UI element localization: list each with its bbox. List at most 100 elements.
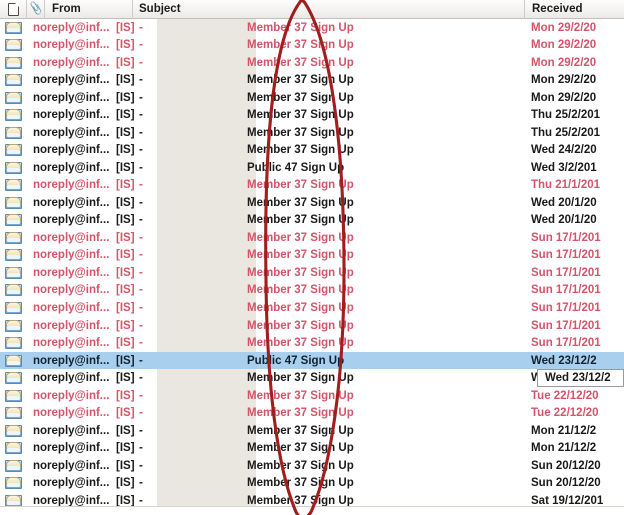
message-received: Sun 17/1/201 bbox=[531, 249, 601, 262]
column-header-subject-label: Subject bbox=[139, 3, 181, 15]
message-tag: [IS] bbox=[116, 231, 135, 244]
message-row[interactable]: noreply@inf... [IS] - Member 37 Sign Up Mon … bbox=[0, 89, 624, 107]
message-row[interactable]: noreply@inf... [IS] - Public 47 Sign Up Wed … bbox=[0, 159, 624, 177]
message-tag: [IS] bbox=[116, 389, 135, 402]
envelope-icon bbox=[0, 299, 26, 317]
message-row[interactable]: noreply@inf... [IS] - Member 37 Sign Up Tue … bbox=[0, 404, 624, 422]
message-row[interactable]: noreply@inf... [IS]- Member 37 Sign Up Wed … bbox=[0, 142, 624, 160]
message-dash: - bbox=[139, 424, 143, 437]
column-header-received[interactable]: Received bbox=[524, 0, 624, 19]
message-received: Mon 29/2/20 bbox=[531, 39, 597, 52]
message-from: noreply@inf... bbox=[33, 21, 110, 34]
message-row[interactable]: noreply@inf... [IS] - Member 37 Sign Up Sun … bbox=[0, 334, 624, 352]
message-row[interactable]: noreply@inf... [IS]- Member 37 Sign Up Wed … bbox=[0, 369, 624, 387]
message-received: Wed 24/2/20 bbox=[531, 144, 597, 157]
message-tag: [IS] bbox=[116, 302, 135, 314]
message-row[interactable]: noreply@inf... [IS] - Member 37 Sign Up Mon … bbox=[0, 72, 624, 90]
message-subject: Member 37 Sign Up bbox=[247, 442, 354, 455]
message-from: noreply@inf... bbox=[33, 407, 110, 420]
envelope-icon bbox=[0, 387, 26, 405]
message-from: noreply@inf... bbox=[33, 74, 110, 87]
message-tag: [IS] bbox=[116, 424, 135, 437]
message-dash: - bbox=[139, 337, 143, 350]
envelope-icon bbox=[0, 317, 26, 335]
message-subject: Member 37 Sign Up bbox=[247, 337, 354, 350]
message-row[interactable]: noreply@inf... [IS] - Member 37 Sign Up Sun … bbox=[0, 264, 624, 282]
paperclip-icon: 📎 bbox=[27, 1, 44, 16]
envelope-icon bbox=[0, 229, 26, 247]
message-from: noreply@inf... bbox=[33, 161, 110, 174]
message-row[interactable]: noreply@inf... [IS] - Member 37 Sign Up Mon … bbox=[0, 19, 624, 37]
message-tag: [IS] bbox=[116, 56, 135, 69]
list-bottom-edge bbox=[0, 506, 624, 515]
message-subject: Member 37 Sign Up bbox=[247, 39, 354, 52]
message-row[interactable]: noreply@inf... [IS] - Member 37 Sign Up Mon … bbox=[0, 422, 624, 440]
message-received: Sun 17/1/201 bbox=[531, 319, 601, 332]
message-from: noreply@inf... bbox=[33, 302, 110, 314]
message-row[interactable]: noreply@inf... [IS] - Member 37 Sign Up Sun … bbox=[0, 317, 624, 335]
message-subject: Member 37 Sign Up bbox=[247, 372, 354, 385]
message-tag: [IS] bbox=[116, 407, 135, 420]
envelope-icon bbox=[0, 457, 26, 475]
message-from: noreply@inf... bbox=[33, 214, 110, 227]
message-row[interactable]: noreply@inf... [IS] - Member 37 Sign Up Mon … bbox=[0, 439, 624, 457]
message-dash: - bbox=[139, 407, 143, 420]
message-subject: Public 47 Sign Up bbox=[247, 354, 345, 367]
message-dash: - bbox=[139, 144, 143, 157]
message-from: noreply@inf... bbox=[33, 372, 110, 385]
message-subject: Member 37 Sign Up bbox=[247, 424, 354, 437]
column-header-subject[interactable]: Subject bbox=[132, 0, 524, 19]
message-row[interactable]: noreply@inf... [IS] - Public 47 Sign Up Wed … bbox=[0, 351, 624, 370]
message-row[interactable]: noreply@inf... [IS]- Member 37 Sign Up Wed … bbox=[0, 194, 624, 212]
envelope-icon bbox=[0, 352, 26, 370]
message-row[interactable]: noreply@inf... [IS] - Member 37 Sign Up Sun … bbox=[0, 299, 624, 317]
envelope-icon bbox=[0, 439, 26, 457]
message-subject: Member 37 Sign Up bbox=[247, 459, 354, 472]
message-subject: Member 37 Sign Up bbox=[247, 56, 354, 69]
message-subject: Member 37 Sign Up bbox=[247, 407, 354, 420]
message-from: noreply@inf... bbox=[33, 459, 110, 472]
message-received: Sun 17/1/201 bbox=[531, 266, 601, 279]
message-row[interactable]: noreply@inf... [IS] - Member 37 Sign Up Sun … bbox=[0, 282, 624, 300]
message-row[interactable]: noreply@inf... [IS] - Member 37 Sign Up Mon … bbox=[0, 54, 624, 72]
message-subject: Member 37 Sign Up bbox=[247, 179, 354, 192]
message-subject: Member 37 Sign Up bbox=[247, 284, 354, 297]
message-tag: [IS] bbox=[116, 109, 135, 122]
envelope-icon bbox=[0, 159, 26, 177]
message-received: Sun 17/1/201 bbox=[531, 337, 601, 350]
envelope-icon bbox=[0, 89, 26, 107]
message-row[interactable]: noreply@inf... [IS] - Member 37 Sign Up Thu … bbox=[0, 107, 624, 125]
message-received: Thu 25/2/201 bbox=[531, 109, 601, 122]
message-list[interactable]: noreply@inf... [IS] - Member 37 Sign Up Mon … bbox=[0, 19, 624, 515]
column-header-attachment[interactable]: 📎 bbox=[26, 0, 44, 19]
message-row[interactable]: noreply@inf... [IS]- Member 37 Sign Up Wed … bbox=[0, 212, 624, 230]
message-subject: Member 37 Sign Up bbox=[247, 389, 354, 402]
message-row[interactable]: noreply@inf... [IS] - Member 37 Sign Up Sun … bbox=[0, 229, 624, 247]
column-header-icon[interactable] bbox=[0, 0, 26, 19]
message-subject: Member 37 Sign Up bbox=[247, 319, 354, 332]
message-row[interactable]: noreply@inf... [IS] - Member 37 Sign Up Thu … bbox=[0, 124, 624, 142]
message-from: noreply@inf... bbox=[33, 109, 110, 122]
message-dash: - bbox=[139, 266, 143, 279]
received-tooltip: Wed 23/12/2 bbox=[537, 368, 624, 388]
message-row[interactable]: noreply@inf... [IS] - Member 37 Sign Up Sun … bbox=[0, 247, 624, 265]
envelope-icon bbox=[0, 19, 26, 37]
message-received: Tue 22/12/20 bbox=[531, 407, 599, 420]
message-row[interactable]: noreply@inf... [IS] - Member 37 Sign Up Mon … bbox=[0, 37, 624, 55]
column-header-from[interactable]: From bbox=[44, 0, 132, 19]
message-from: noreply@inf... bbox=[33, 144, 110, 157]
message-from: noreply@inf... bbox=[33, 477, 110, 490]
message-row[interactable]: noreply@inf... [IS] - Member 37 Sign Up Thu … bbox=[0, 177, 624, 195]
message-row[interactable]: noreply@inf... [IS] - Member 37 Sign Up Sun … bbox=[0, 457, 624, 475]
message-row[interactable]: noreply@inf... [IS] - Member 37 Sign Up Sun … bbox=[0, 474, 624, 492]
message-subject: Member 37 Sign Up bbox=[247, 126, 354, 139]
message-dash: - bbox=[139, 477, 143, 490]
message-subject: Member 37 Sign Up bbox=[247, 196, 354, 209]
message-row[interactable]: noreply@inf... [IS] - Member 37 Sign Up Tue … bbox=[0, 387, 624, 405]
message-received: Wed 20/1/20 bbox=[531, 214, 597, 227]
message-received: Sun 17/1/201 bbox=[531, 231, 601, 244]
message-from: noreply@inf... bbox=[33, 196, 110, 209]
envelope-icon bbox=[0, 474, 26, 492]
message-tag: [IS] bbox=[116, 161, 135, 174]
envelope-icon bbox=[0, 177, 26, 195]
